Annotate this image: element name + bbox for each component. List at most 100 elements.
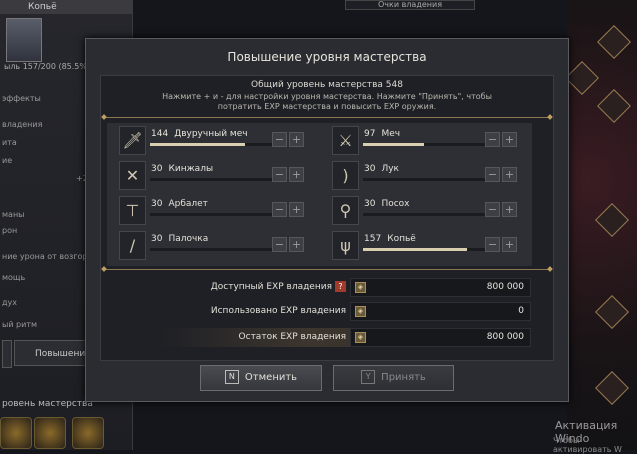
plus-button[interactable]: + [502,237,517,252]
accept-button[interactable]: Y Принять [333,365,454,391]
coin-icon: ◈ [355,282,366,293]
minus-button[interactable]: − [272,237,287,252]
skill-icon[interactable] [72,417,104,449]
skill-node-icon[interactable] [595,371,629,405]
divider-top [104,117,550,118]
crossbow-icon: ⊤ [119,196,146,225]
minus-button[interactable]: − [485,167,500,182]
weapon-row: ⊤ 30 Арбалет − + [119,196,325,225]
plus-button[interactable]: + [502,167,517,182]
weapon-row: ✕ 30 Кинжалы − + [119,161,325,190]
remaining-exp-value-box: ◈ 800 000 [350,328,531,347]
available-exp-value: 800 000 [486,282,524,292]
weapon-name: Двуручный меч [174,129,248,139]
skill-node-icon[interactable] [597,89,631,123]
weapon-label: 97 Меч [364,129,400,139]
instructions-text: Нажмите + и - для настройки уровня масте… [101,92,553,112]
minus-button[interactable]: − [272,167,287,182]
minus-button[interactable]: − [485,132,500,147]
weapon-level: 30 [151,199,163,209]
help-icon[interactable]: ? [335,281,346,292]
weapon-progress-bar [363,213,485,216]
staff-icon: ⚲ [332,196,359,225]
weapon-name: Копьё [387,234,416,244]
minus-button[interactable]: − [272,132,287,147]
weapon-label: 144 Двуручный меч [151,129,248,139]
wand-icon: / [119,231,146,260]
weapon-name: Палочка [168,234,209,244]
cancel-hotkey: N [224,370,239,384]
weapon-level: 30 [364,164,376,174]
sword-icon: ⚔ [332,126,359,155]
spear-icon: ψ [332,231,359,260]
weapon-name: Арбалет [168,199,208,209]
mastery-level-label: ровень мастерства [2,399,93,409]
weapon-row: 🗡 144 Двуручный меч − + [119,126,325,155]
daggers-icon: ✕ [119,161,146,190]
minus-button[interactable]: − [485,237,500,252]
weapon-name: Меч [381,129,401,139]
weapon-row: / 30 Палочка − + [119,231,325,260]
skill-node-icon[interactable] [597,25,631,59]
instructions-text-content: Нажмите + и - для настройки уровня масте… [162,92,492,111]
weapon-progress-bar [363,143,485,146]
greatsword-icon: 🗡 [119,126,146,155]
left-small-button[interactable] [2,340,12,368]
total-mastery-label: Общий уровень мастерства 548 [251,80,403,90]
weapon-level: 30 [364,199,376,209]
available-exp-row: Доступный EXP владения? ◈ 800 000 [194,278,531,297]
plus-button[interactable]: + [289,237,304,252]
weapon-progress-fill [363,143,424,146]
weapon-label: 30 Кинжалы [151,164,213,174]
minus-button[interactable]: − [485,202,500,217]
left-panel-title: Копьё [0,0,132,14]
weapon-progress-fill [150,143,246,146]
plus-button[interactable]: + [502,132,517,147]
skill-node-icon[interactable] [595,295,629,329]
skill-node-icon[interactable] [565,61,599,95]
weapon-name: Лук [381,164,399,174]
weapon-level: 97 [364,129,376,139]
weapon-progress-bar [150,213,272,216]
dialog-title: Повышение уровня мастерства [227,50,427,64]
weapon-progress-bar [363,248,485,251]
weapon-label: 157 Копьё [364,234,416,244]
accept-hotkey: Y [361,370,376,384]
plus-button[interactable]: + [289,167,304,182]
accept-button-label: Принять [381,372,426,383]
weapon-label: 30 Лук [364,164,399,174]
weapon-emblem-icon [6,18,42,62]
mastery-dialog: Повышение уровня мастерства Общий уровен… [85,38,569,402]
remaining-exp-row: Остаток EXP владения ◈ 800 000 [160,328,531,347]
background-skill-tree [565,0,637,450]
weapon-row: ⚔ 97 Меч − + [332,126,538,155]
cancel-button-label: Отменить [244,372,298,383]
minus-button[interactable]: − [272,202,287,217]
weapon-row: ψ 157 Копьё − + [332,231,538,260]
weapon-name: Кинжалы [168,164,214,174]
skill-node-icon[interactable] [595,203,629,237]
plus-button[interactable]: + [502,202,517,217]
weapon-progress-bar [150,143,272,146]
available-exp-value-box: ◈ 800 000 [350,278,531,297]
skill-icon[interactable] [34,417,66,449]
used-exp-value-box: ◈ 0 [350,302,531,321]
weapon-row: ⚲ 30 Посох − + [332,196,538,225]
weapon-level: 30 [151,234,163,244]
plus-button[interactable]: + [289,202,304,217]
coin-icon: ◈ [355,306,366,317]
available-exp-label-text: Доступный EXP владения [210,282,332,292]
skill-icon[interactable] [0,417,32,449]
used-exp-label: Использовано EXP владения [210,306,346,316]
weapon-progress-fill [363,248,467,251]
plus-button[interactable]: + [289,132,304,147]
cancel-button[interactable]: N Отменить [200,365,322,391]
weapon-row: ) 30 Лук − + [332,161,538,190]
mastery-points-strip: Очки владения [345,0,475,10]
windows-activation-subtitle: Чтобы активировать W [553,436,622,454]
weapon-label: 30 Палочка [151,234,208,244]
weapon-level: 144 [151,129,169,139]
remaining-exp-value: 800 000 [486,332,524,342]
available-exp-label: Доступный EXP владения? [194,278,346,297]
weapon-progress-bar [363,178,485,181]
